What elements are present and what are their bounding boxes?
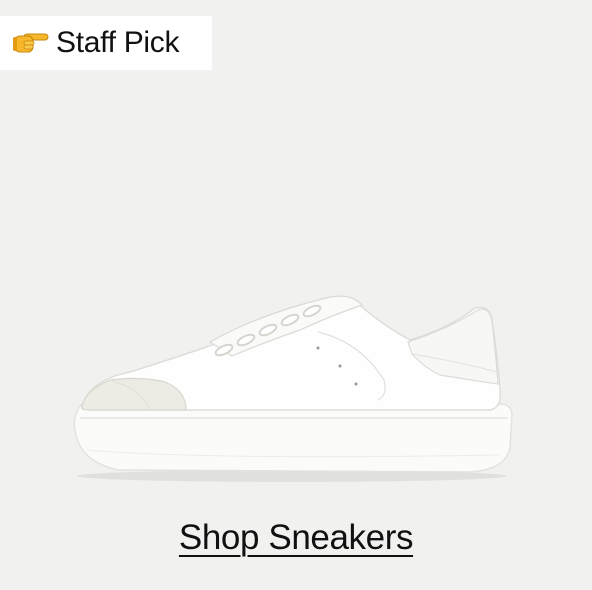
product-promo-card[interactable]: Staff Pick Shop Sneakers	[0, 0, 592, 590]
shop-sneakers-link[interactable]: Shop Sneakers	[179, 518, 414, 557]
badge-label: Staff Pick	[56, 26, 180, 59]
sneaker-image[interactable]	[0, 250, 592, 490]
staff-pick-badge: Staff Pick	[0, 16, 212, 70]
pointing-hand-icon	[12, 30, 50, 56]
shop-sneakers-cta: Shop Sneakers	[0, 518, 592, 558]
